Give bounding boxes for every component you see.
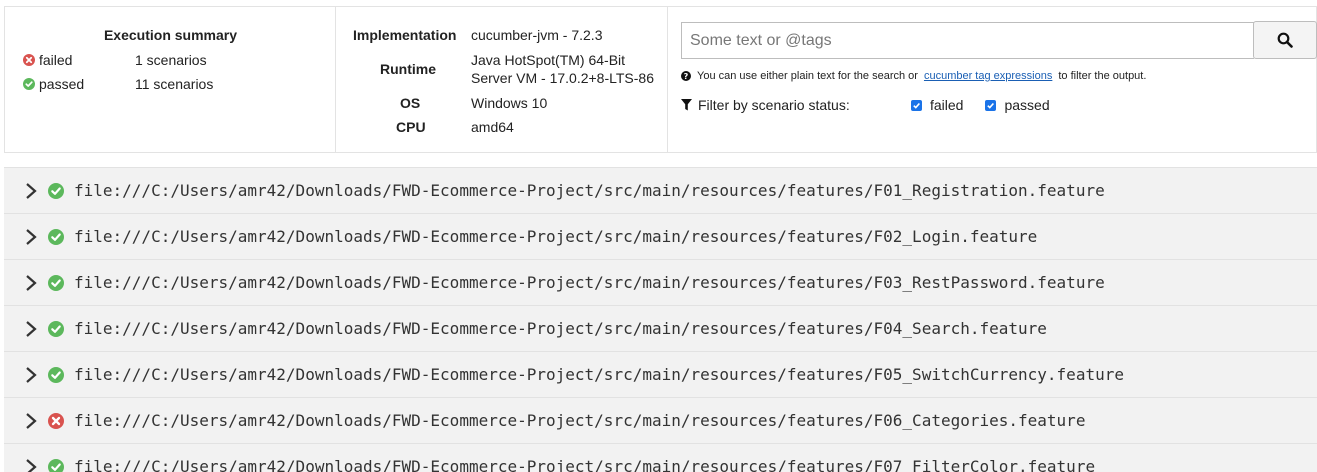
summary-status-label: failed xyxy=(39,52,73,68)
summary-count: 11 scenarios xyxy=(135,76,214,92)
summary-row-passed: passed 11 scenarios xyxy=(23,76,213,92)
passed-icon xyxy=(48,228,64,245)
chevron-right-icon xyxy=(26,228,37,245)
feature-uri: file:///C:/Users/amr42/Downloads/FWD-Eco… xyxy=(74,319,1047,338)
filter-failed-checkbox[interactable]: failed xyxy=(911,97,963,113)
summary-status-label: passed xyxy=(39,76,85,92)
os-value: Windows 10 xyxy=(471,95,548,111)
chevron-right-icon xyxy=(26,320,37,337)
report-header: Execution summary failed 1 scenarios pas… xyxy=(4,6,1317,153)
filter-icon xyxy=(681,99,692,111)
filter-label: Filter by scenario status: xyxy=(698,97,850,113)
filter-failed-label: failed xyxy=(930,97,964,113)
passed-icon xyxy=(48,320,64,337)
search-input[interactable] xyxy=(681,22,1254,59)
failed-icon xyxy=(48,412,64,429)
runtime-key: Runtime xyxy=(380,61,436,77)
passed-icon xyxy=(23,78,35,90)
environment-info: Implementation cucumber-jvm - 7.2.3 Runt… xyxy=(336,7,668,152)
passed-icon xyxy=(48,366,64,383)
search-button[interactable] xyxy=(1253,21,1317,59)
help-suffix: to filter the output. xyxy=(1058,70,1147,82)
cpu-value: amd64 xyxy=(471,119,514,135)
chevron-right-icon xyxy=(26,458,37,472)
summary-row-failed: failed 1 scenarios xyxy=(23,52,207,68)
implementation-key: Implementation xyxy=(353,27,457,43)
question-circle-icon: ? xyxy=(681,71,691,81)
feature-uri: file:///C:/Users/amr42/Downloads/FWD-Eco… xyxy=(74,181,1105,200)
feature-row[interactable]: file:///C:/Users/amr42/Downloads/FWD-Eco… xyxy=(4,351,1317,397)
summary-count: 1 scenarios xyxy=(135,52,207,68)
feature-uri: file:///C:/Users/amr42/Downloads/FWD-Eco… xyxy=(74,457,1096,472)
summary-title: Execution summary xyxy=(103,27,238,43)
feature-row[interactable]: file:///C:/Users/amr42/Downloads/FWD-Eco… xyxy=(4,213,1317,259)
passed-icon xyxy=(48,274,64,291)
os-key: OS xyxy=(400,95,421,111)
feature-uri: file:///C:/Users/amr42/Downloads/FWD-Eco… xyxy=(74,365,1124,384)
search-help: ? You can use either plain text for the … xyxy=(681,70,1146,82)
chevron-right-icon xyxy=(26,274,37,291)
feature-row[interactable]: file:///C:/Users/amr42/Downloads/FWD-Eco… xyxy=(4,305,1317,351)
feature-list: file:///C:/Users/amr42/Downloads/FWD-Eco… xyxy=(4,167,1317,472)
implementation-value: cucumber-jvm - 7.2.3 xyxy=(471,27,603,43)
status-filter: Filter by scenario status: failed passed xyxy=(681,97,1072,113)
search-icon xyxy=(1277,32,1293,48)
filter-passed-checkbox[interactable]: passed xyxy=(985,97,1050,113)
runtime-value-line2: Server VM - 17.0.2+8-LTS-86 xyxy=(471,70,654,86)
feature-row[interactable]: file:///C:/Users/amr42/Downloads/FWD-Eco… xyxy=(4,397,1317,443)
help-prefix: You can use either plain text for the se… xyxy=(697,70,918,82)
chevron-right-icon xyxy=(26,366,37,383)
svg-text:?: ? xyxy=(684,72,689,81)
filter-passed-label: passed xyxy=(1004,97,1050,113)
cpu-key: CPU xyxy=(396,119,426,135)
feature-uri: file:///C:/Users/amr42/Downloads/FWD-Eco… xyxy=(74,273,1105,292)
feature-uri: file:///C:/Users/amr42/Downloads/FWD-Eco… xyxy=(74,227,1038,246)
passed-icon xyxy=(48,458,64,472)
feature-row[interactable]: file:///C:/Users/amr42/Downloads/FWD-Eco… xyxy=(4,167,1317,213)
feature-uri: file:///C:/Users/amr42/Downloads/FWD-Eco… xyxy=(74,411,1086,430)
search-panel: ? You can use either plain text for the … xyxy=(668,7,1317,152)
runtime-value-line1: Java HotSpot(TM) 64-Bit xyxy=(471,52,626,68)
passed-icon xyxy=(48,182,64,199)
chevron-right-icon xyxy=(26,412,37,429)
tag-expressions-link[interactable]: cucumber tag expressions xyxy=(924,70,1052,82)
execution-summary: Execution summary failed 1 scenarios pas… xyxy=(5,7,336,152)
chevron-right-icon xyxy=(26,182,37,199)
failed-icon xyxy=(23,54,35,66)
feature-row[interactable]: file:///C:/Users/amr42/Downloads/FWD-Eco… xyxy=(4,259,1317,305)
feature-row[interactable]: file:///C:/Users/amr42/Downloads/FWD-Eco… xyxy=(4,443,1317,472)
